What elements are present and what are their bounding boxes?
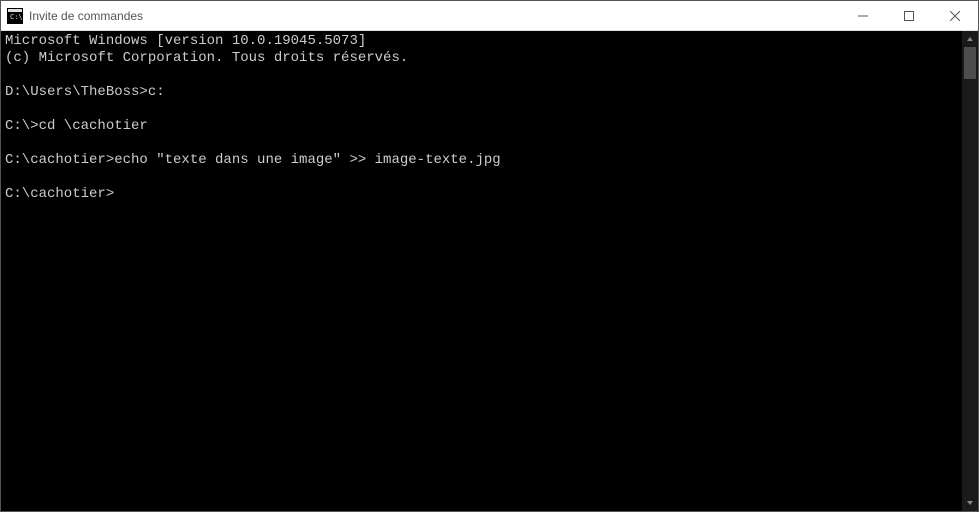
minimize-button[interactable]: [840, 1, 886, 30]
cmd-icon: C:\: [7, 8, 23, 24]
terminal-line: [5, 135, 958, 152]
terminal-line: C:\>cd \cachotier: [5, 118, 958, 135]
scroll-thumb[interactable]: [964, 47, 976, 79]
svg-text:C:\: C:\: [10, 13, 23, 21]
maximize-button[interactable]: [886, 1, 932, 30]
terminal-line: [5, 169, 958, 186]
terminal-area: Microsoft Windows [version 10.0.19045.50…: [1, 31, 978, 511]
scroll-up-arrow[interactable]: [962, 31, 978, 47]
window-titlebar: C:\ Invite de commandes: [1, 1, 978, 31]
terminal-line: C:\cachotier>echo "texte dans une image"…: [5, 152, 958, 169]
terminal-line: D:\Users\TheBoss>c:: [5, 84, 958, 101]
window-title: Invite de commandes: [29, 9, 143, 23]
close-button[interactable]: [932, 1, 978, 30]
terminal-line: [5, 101, 958, 118]
terminal-line: C:\cachotier>: [5, 186, 958, 203]
vertical-scrollbar[interactable]: [962, 31, 978, 511]
terminal-line: (c) Microsoft Corporation. Tous droits r…: [5, 50, 958, 67]
window-controls: [840, 1, 978, 30]
terminal-line: [5, 67, 958, 84]
terminal-output[interactable]: Microsoft Windows [version 10.0.19045.50…: [1, 31, 962, 511]
scroll-down-arrow[interactable]: [962, 495, 978, 511]
terminal-line: Microsoft Windows [version 10.0.19045.50…: [5, 33, 958, 50]
